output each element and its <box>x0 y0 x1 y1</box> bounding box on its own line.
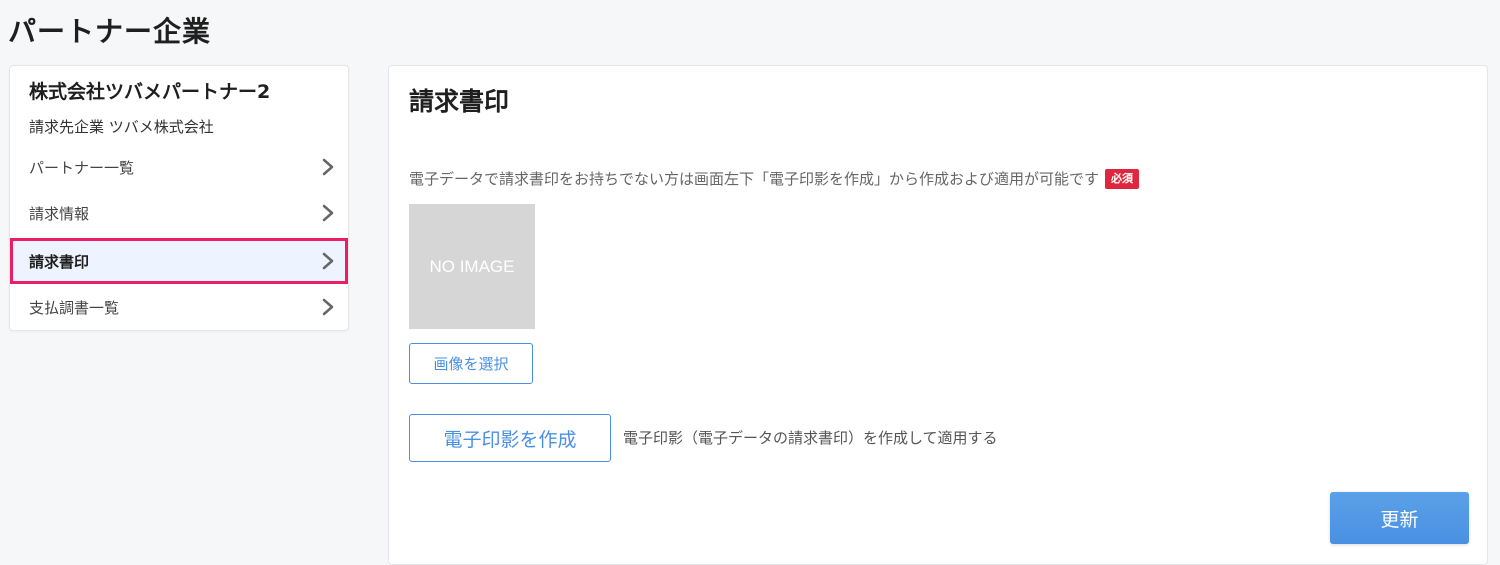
seal-image-preview: NO IMAGE <box>409 204 535 329</box>
sidebar-item-partner-list[interactable]: パートナー一覧 <box>10 144 348 190</box>
description-text: 電子データで請求書印をお持ちでない方は画面左下「電子印影を作成」から作成および適… <box>409 170 1100 188</box>
chevron-right-icon <box>322 204 334 222</box>
sidebar-item-label: 請求情報 <box>29 204 90 223</box>
chevron-right-icon <box>322 298 334 316</box>
invoice-seal-panel: 請求書印 電子データで請求書印をお持ちでない方は画面左下「電子印影を作成」から作… <box>388 65 1488 565</box>
sidebar-item-label: 支払調書一覧 <box>29 298 120 317</box>
select-image-button[interactable]: 画像を選択 <box>409 343 533 384</box>
chevron-right-icon <box>322 252 334 270</box>
chevron-right-icon <box>322 158 334 176</box>
sidebar-item-invoice-seal[interactable]: 請求書印 <box>10 238 348 284</box>
required-badge: 必須 <box>1105 168 1140 189</box>
sidebar: 株式会社ツバメパートナー2 請求先企業 ツバメ株式会社 パートナー一覧 請求情報… <box>9 65 349 331</box>
update-button[interactable]: 更新 <box>1330 492 1469 544</box>
section-title: 請求書印 <box>409 87 510 116</box>
billing-company-label: 請求先企業 ツバメ株式会社 <box>29 118 214 136</box>
seal-description: 電子データで請求書印をお持ちでない方は画面左下「電子印影を作成」から作成および適… <box>409 168 1140 189</box>
sidebar-item-label: 請求書印 <box>29 252 90 271</box>
create-seal-button[interactable]: 電子印影を作成 <box>409 414 611 462</box>
sidebar-item-label: パートナー一覧 <box>29 158 135 177</box>
partner-company-name: 株式会社ツバメパートナー2 <box>29 81 271 103</box>
page-title: パートナー企業 <box>8 15 212 48</box>
sidebar-item-payment-records[interactable]: 支払調書一覧 <box>10 284 348 330</box>
sidebar-item-billing-info[interactable]: 請求情報 <box>10 190 348 236</box>
create-seal-description: 電子印影（電子データの請求書印）を作成して適用する <box>623 429 998 447</box>
